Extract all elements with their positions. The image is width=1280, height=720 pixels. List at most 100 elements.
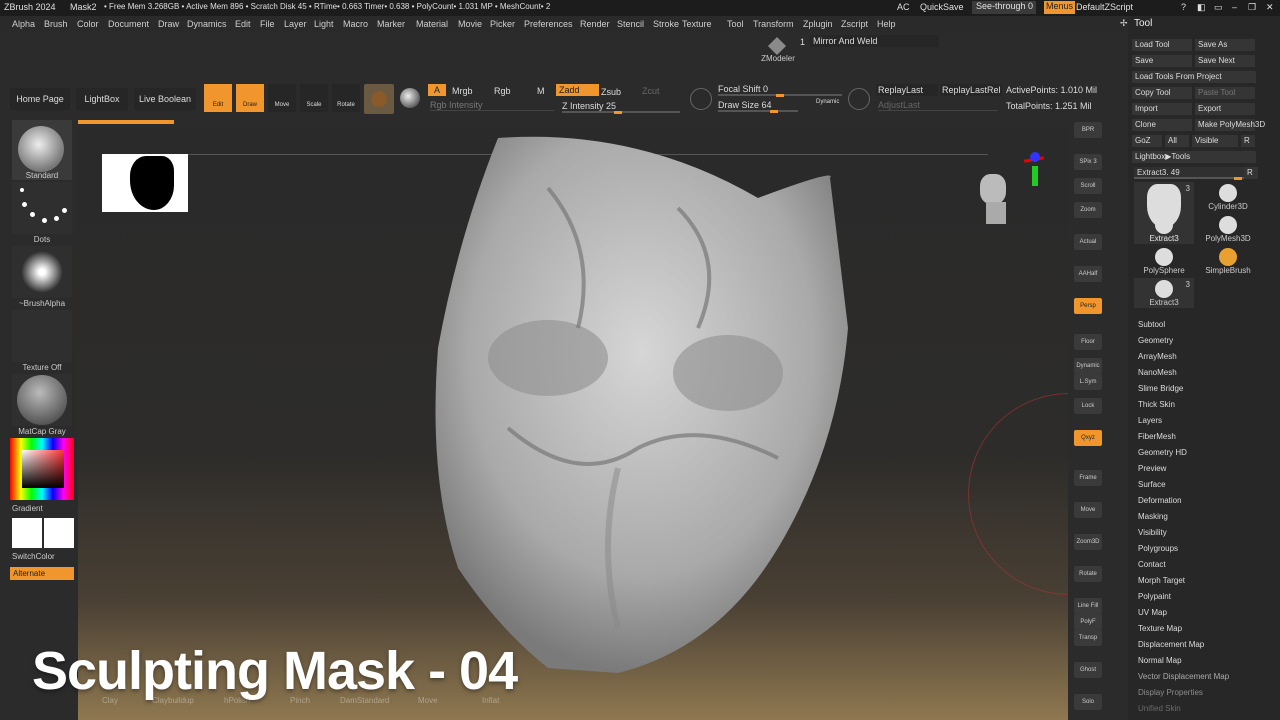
a-button[interactable]: A (428, 84, 446, 96)
subpalette-item[interactable]: Preview (1138, 464, 1166, 473)
adjust-last-slider[interactable]: AdjustLast (878, 100, 998, 111)
mrgb-button[interactable]: Mrgb (452, 86, 473, 96)
tool-button[interactable]: Visible (1192, 135, 1238, 147)
right-shelf-button[interactable]: Move (1074, 502, 1102, 518)
tool-button[interactable]: Load Tool (1132, 39, 1192, 51)
right-shelf-button[interactable]: Dynamic (1074, 358, 1102, 374)
subpalette-item[interactable]: Surface (1138, 480, 1166, 489)
subpalette-item[interactable]: NanoMesh (1138, 368, 1177, 377)
subpalette-item[interactable]: Normal Map (1138, 656, 1182, 665)
z-intensity-handle[interactable] (614, 111, 622, 114)
rgb-intensity-slider[interactable]: Rgb Intensity (430, 100, 554, 111)
right-shelf-button[interactable]: Persp (1074, 298, 1102, 314)
dynamic-toggle[interactable]: Dynamic (816, 99, 839, 105)
menu-item[interactable]: Stroke (653, 19, 679, 29)
right-shelf-button[interactable]: Ghost (1074, 662, 1102, 678)
menu-item[interactable]: Dynamics (187, 19, 227, 29)
tool-thumbnail[interactable]: PolyMesh3D (1198, 214, 1258, 244)
collapse-icon[interactable]: ✢ (1120, 18, 1128, 29)
tool-button[interactable]: Lightbox▶Tools (1132, 151, 1256, 163)
replay-last-rel-button[interactable]: ReplayLastRel (940, 84, 1002, 96)
see-through-slider[interactable]: See-through 0 (972, 1, 1036, 14)
sphere-icon[interactable] (400, 88, 420, 108)
right-shelf-button[interactable]: Solo (1074, 694, 1102, 710)
menu-item[interactable]: Alpha (12, 19, 35, 29)
live-boolean-button[interactable]: Live Boolean (134, 88, 196, 110)
window-icon[interactable]: ▭ (1214, 2, 1223, 13)
subpalette-item[interactable]: Polygroups (1138, 544, 1178, 553)
right-shelf-button[interactable]: Line Fill (1074, 598, 1102, 614)
tool-thumbnail[interactable]: PolySphere (1134, 246, 1194, 276)
menu-item[interactable]: Layer (284, 19, 307, 29)
lightbox-button[interactable]: LightBox (76, 88, 128, 110)
right-shelf-button[interactable]: BPR (1074, 122, 1102, 138)
current-tool-handle[interactable] (1234, 177, 1242, 180)
menu-item[interactable]: Help (877, 19, 896, 29)
subpalette-item[interactable]: Visibility (1138, 528, 1167, 537)
subpalette-item[interactable]: ArrayMesh (1138, 352, 1177, 361)
zcut-button[interactable]: Zcut (642, 86, 660, 96)
help-icon[interactable]: ? (1181, 2, 1186, 12)
right-shelf-button[interactable]: PolyF (1074, 614, 1102, 630)
menu-item[interactable]: Material (416, 19, 448, 29)
home-page-button[interactable]: Home Page (10, 88, 70, 110)
ac-button[interactable]: AC (897, 2, 910, 12)
subpalette-item[interactable]: Layers (1138, 416, 1162, 425)
tool-thumbnail[interactable]: Cylinder3D (1198, 182, 1258, 212)
menu-item[interactable]: Stencil (617, 19, 644, 29)
draw-size-handle[interactable] (770, 110, 778, 113)
menu-item[interactable]: Edit (235, 19, 251, 29)
tool-button[interactable]: Make PolyMesh3D (1195, 119, 1265, 131)
menu-item[interactable]: Document (108, 19, 149, 29)
scale-mode-button[interactable]: Scale (300, 84, 328, 112)
tool-button[interactable]: R (1241, 135, 1255, 147)
right-shelf-button[interactable]: Frame (1074, 470, 1102, 486)
m-button[interactable]: M (537, 86, 545, 96)
head-orientation-gizmo[interactable] (976, 168, 1016, 232)
right-shelf-button[interactable]: Rotate (1074, 566, 1102, 582)
tool-button[interactable]: GoZ (1132, 135, 1162, 147)
tool-button[interactable]: Paste Tool (1195, 87, 1255, 99)
alternate-button[interactable]: Alternate (10, 567, 74, 580)
menu-item[interactable]: Preferences (524, 19, 573, 29)
subpalette-item[interactable]: FiberMesh (1138, 432, 1176, 441)
subpalette-item[interactable]: Geometry HD (1138, 448, 1187, 457)
right-shelf-button[interactable]: SPix 3 (1074, 154, 1102, 170)
tool-button[interactable]: Import (1132, 103, 1192, 115)
menu-item[interactable]: Movie (458, 19, 482, 29)
menu-item[interactable]: Light (314, 19, 334, 29)
edit-mode-button[interactable]: Edit (204, 84, 232, 112)
material-thumbnail[interactable] (12, 374, 72, 426)
right-shelf-button[interactable]: Scroll (1074, 178, 1102, 194)
menu-item[interactable]: Render (580, 19, 610, 29)
menu-item[interactable]: Picker (490, 19, 515, 29)
right-shelf-button[interactable]: Transp (1074, 630, 1102, 646)
subpalette-item[interactable]: Display Properties (1138, 688, 1203, 697)
zmodeler-action[interactable]: Mirror And Weld (810, 35, 939, 47)
current-tool-r-button[interactable]: R (1244, 167, 1258, 179)
subpalette-item[interactable]: Thick Skin (1138, 400, 1175, 409)
right-shelf-button[interactable]: Qxyz (1074, 430, 1102, 446)
subpalette-item[interactable]: Morph Target (1138, 576, 1185, 585)
subpalette-item[interactable]: Masking (1138, 512, 1168, 521)
right-shelf-button[interactable]: Zoom3D (1074, 534, 1102, 550)
tool-button[interactable]: All (1165, 135, 1189, 147)
menu-item[interactable]: Zscript (841, 19, 868, 29)
tool-button[interactable]: Export (1195, 103, 1255, 115)
right-shelf-button[interactable]: Zoom (1074, 202, 1102, 218)
menu-item[interactable]: Tool (727, 19, 744, 29)
subpalette-item[interactable]: Geometry (1138, 336, 1173, 345)
tool-button[interactable]: Save Next (1195, 55, 1255, 67)
menu-item[interactable]: File (260, 19, 275, 29)
draw-mode-button[interactable]: Draw (236, 84, 264, 112)
axis-gizmo[interactable] (1016, 152, 1045, 192)
menu-item[interactable]: Transform (753, 19, 794, 29)
right-shelf-button[interactable]: AAHalf (1074, 266, 1102, 282)
subpalette-item[interactable]: Polypaint (1138, 592, 1171, 601)
draw-size-slider[interactable]: Draw Size 64 (718, 100, 798, 112)
tool-button[interactable]: Copy Tool (1132, 87, 1192, 99)
tool-button[interactable]: Save (1132, 55, 1192, 67)
menu-item[interactable]: Brush (44, 19, 68, 29)
menu-item[interactable]: Marker (377, 19, 405, 29)
stroke-lazy-icon[interactable] (690, 88, 712, 110)
